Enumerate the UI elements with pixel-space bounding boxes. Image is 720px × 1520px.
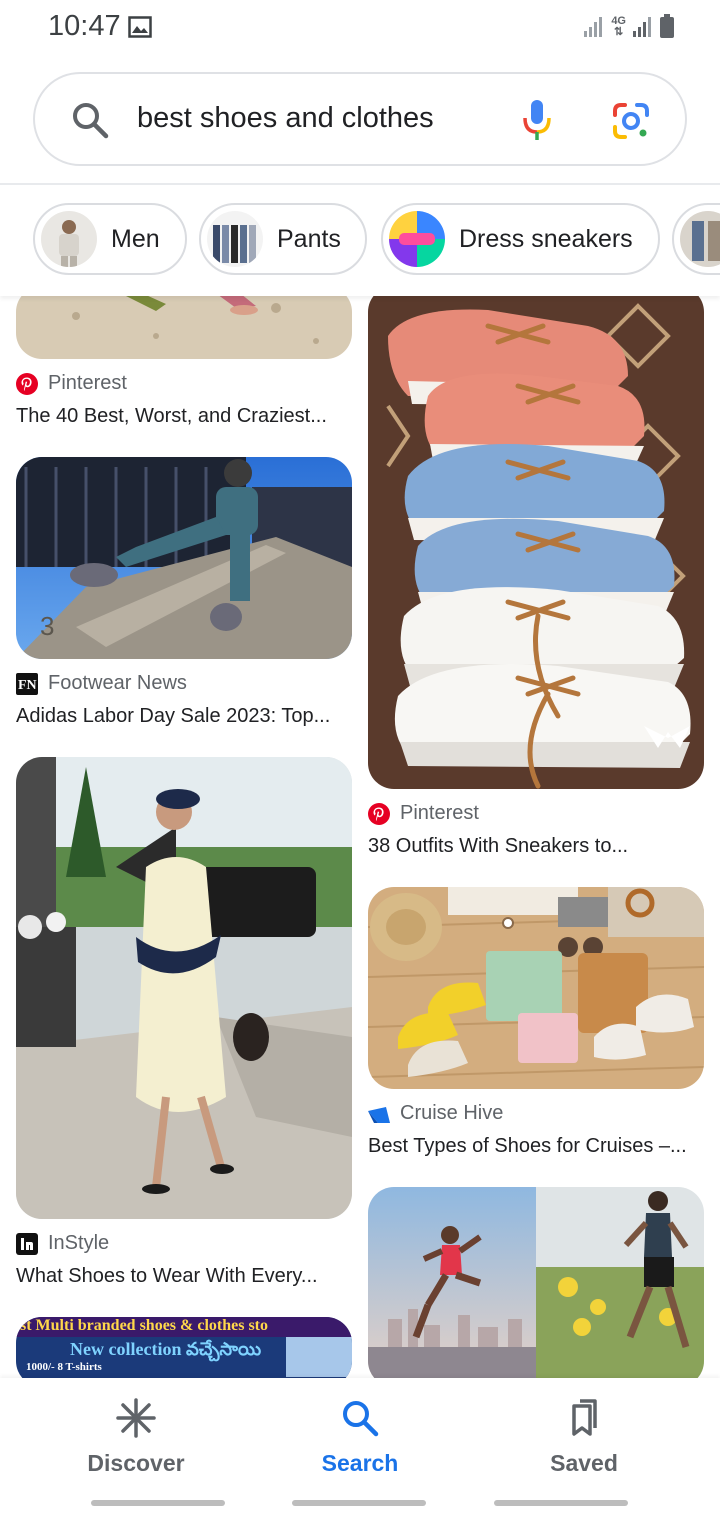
banner-line-3: 1000/- 8 T-shirts [26,1361,102,1373]
chip-dress-sneakers-label: Dress sneakers [459,224,633,253]
chip-more[interactable] [672,203,720,275]
status-bar: 10:47 4G ⇅ [0,0,720,56]
result-image-multi-brand-banner[interactable]: st Multi branded shoes & clothes sto New… [16,1317,352,1378]
chip-pants[interactable]: Pants [199,203,367,275]
result-source-pinterest-1[interactable]: Pinterest [16,372,127,395]
pinterest-icon [16,372,38,395]
status-time: 10:47 [48,10,121,42]
result-image-running[interactable] [368,1187,704,1378]
svg-text:FN: FN [18,678,37,693]
gesture-handle-center [292,1500,426,1506]
result-source-pinterest-2[interactable]: Pinterest [368,802,479,825]
gesture-handle-left [91,1500,225,1506]
search-nav-icon [343,1401,379,1437]
signal-icon [584,17,603,37]
footwear-news-icon: FN [16,672,38,695]
chip-pants-thumbnail [207,211,263,267]
result-title-sneakers[interactable]: 38 Outfits With Sneakers to... [368,835,704,858]
header-divider [0,183,720,185]
result-title-instyle[interactable]: What Shoes to Wear With Every... [16,1265,352,1288]
result-source-label: Cruise Hive [400,1102,504,1124]
search-input[interactable]: best shoes and clothes [137,102,434,135]
suggestion-chip-row: Men Pants Dress sneakers [0,186,720,296]
result-source-label: InStyle [48,1232,110,1254]
result-source-label: Pinterest [400,802,479,824]
image-results-feed: Pinterest The 40 Best, Worst, and Crazie… [0,296,720,1378]
chip-men[interactable]: Men [33,203,187,275]
bookmark-icon [572,1399,597,1436]
chip-men-label: Men [111,224,160,253]
nav-discover-label: Discover [87,1450,185,1476]
chip-more-thumbnail [680,211,720,267]
result-title-craziest[interactable]: The 40 Best, Worst, and Craziest... [16,405,352,428]
nav-saved-label: Saved [550,1450,618,1476]
battery-icon [660,14,674,38]
result-source-footwear-news[interactable]: FN Footwear News [16,672,187,695]
chip-men-thumbnail [41,211,97,267]
result-title-cruise[interactable]: Best Types of Shoes for Cruises –... [368,1135,704,1158]
nav-search-label: Search [321,1450,399,1476]
result-image-instyle[interactable] [16,757,352,1219]
result-source-label: Footwear News [48,672,187,694]
mic-icon[interactable] [521,98,553,142]
result-image-craziest[interactable] [16,296,352,359]
search-icon [73,103,109,139]
result-title-adidas[interactable]: Adidas Labor Day Sale 2023: Top... [16,705,352,728]
discover-asterisk-icon [116,1398,156,1438]
result-source-cruise-hive[interactable]: Cruise Hive [368,1102,503,1125]
nav-discover[interactable]: Discover [46,1398,226,1477]
status-indicators: 4G ⇅ [583,14,674,38]
svg-text:3: 3 [40,611,54,641]
banner-image-strip [286,1337,352,1377]
result-image-sneakers[interactable] [368,296,704,789]
result-image-adidas[interactable]: 3 [16,457,352,659]
result-image-cruise[interactable] [368,887,704,1089]
result-source-instyle[interactable]: InStyle [16,1232,109,1255]
bottom-navigation: Discover Search Saved [0,1378,720,1520]
result-source-label: Pinterest [48,372,127,394]
banner-line-1: st Multi branded shoes & clothes sto [20,1317,269,1334]
gesture-handle-right [494,1500,628,1506]
chip-pants-label: Pants [277,224,341,253]
signal-icon-2 [633,17,651,37]
network-type: 4G ⇅ [611,16,626,38]
search-bar[interactable]: best shoes and clothes [33,72,687,166]
google-lens-icon[interactable] [611,101,651,141]
data-arrows-icon: ⇅ [614,26,624,38]
chip-dress-sneakers-thumbnail [389,211,445,267]
pinterest-icon [368,802,390,825]
nav-saved[interactable]: Saved [494,1398,674,1477]
instyle-icon [16,1232,38,1255]
cruise-hive-icon [368,1106,390,1123]
gallery-notification-icon [128,16,152,38]
nav-search[interactable]: Search [270,1398,450,1477]
chip-dress-sneakers[interactable]: Dress sneakers [381,203,660,275]
